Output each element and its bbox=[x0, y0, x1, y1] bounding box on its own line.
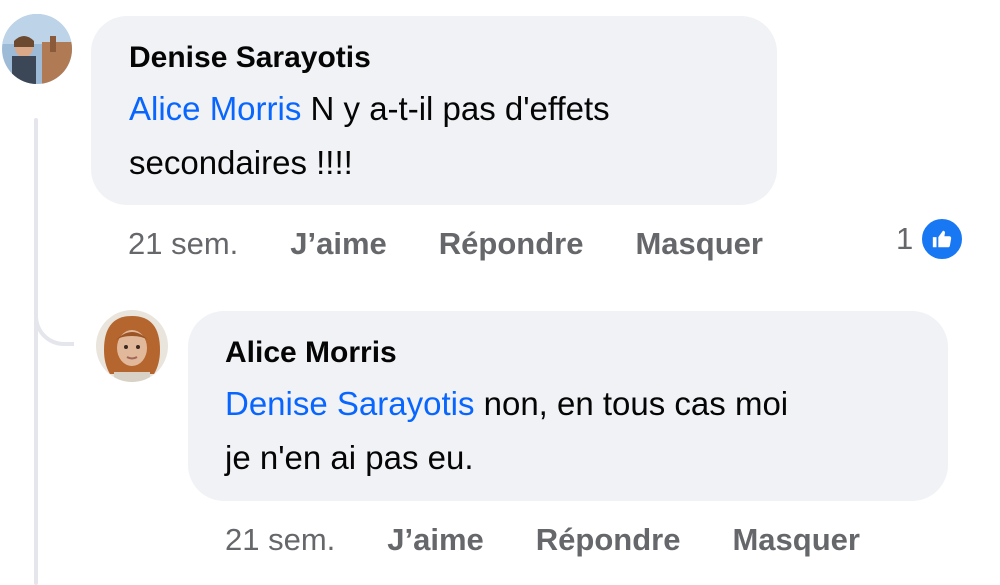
timestamp[interactable]: 21 sem. bbox=[225, 522, 335, 558]
comment-text-line2: secondaires !!!! bbox=[129, 144, 353, 181]
reply-button[interactable]: Répondre bbox=[536, 522, 681, 558]
reaction-summary[interactable]: 1 bbox=[896, 214, 966, 264]
like-button[interactable]: J’aime bbox=[387, 522, 484, 558]
comment-actions: 21 sem. J’aime Répondre Masquer bbox=[128, 224, 763, 264]
thumbs-up-icon bbox=[919, 216, 966, 262]
mention-link[interactable]: Alice Morris bbox=[129, 90, 301, 127]
thread-line bbox=[34, 118, 38, 585]
reply-connector bbox=[34, 290, 74, 346]
like-button[interactable]: J’aime bbox=[290, 226, 387, 262]
comment-author[interactable]: Denise Sarayotis bbox=[129, 40, 777, 76]
comment-author[interactable]: Alice Morris bbox=[225, 335, 948, 371]
reaction-count: 1 bbox=[896, 221, 914, 256]
comment-text-line2: je n'en ai pas eu. bbox=[225, 439, 474, 476]
hide-button[interactable]: Masquer bbox=[635, 226, 762, 262]
reply-button[interactable]: Répondre bbox=[439, 226, 584, 262]
comment-actions: 21 sem. J’aime Répondre Masquer bbox=[225, 520, 860, 560]
comment-text: Alice Morris N y a-t-il pas d'effets sec… bbox=[129, 82, 777, 190]
comment-text: Denise Sarayotis non, en tous cas moi je… bbox=[225, 377, 948, 485]
mention-link[interactable]: Denise Sarayotis bbox=[225, 385, 474, 422]
comment-text-line1: N y a-t-il pas d'effets bbox=[301, 90, 610, 127]
hide-button[interactable]: Masquer bbox=[732, 522, 859, 558]
comment-text-line1: non, en tous cas moi bbox=[474, 385, 789, 422]
avatar-denise[interactable] bbox=[2, 14, 72, 84]
avatar-alice[interactable] bbox=[96, 310, 168, 382]
comment-bubble: Denise Sarayotis Alice Morris N y a-t-il… bbox=[91, 16, 777, 205]
timestamp[interactable]: 21 sem. bbox=[128, 226, 238, 262]
comment-bubble: Alice Morris Denise Sarayotis non, en to… bbox=[188, 311, 948, 501]
